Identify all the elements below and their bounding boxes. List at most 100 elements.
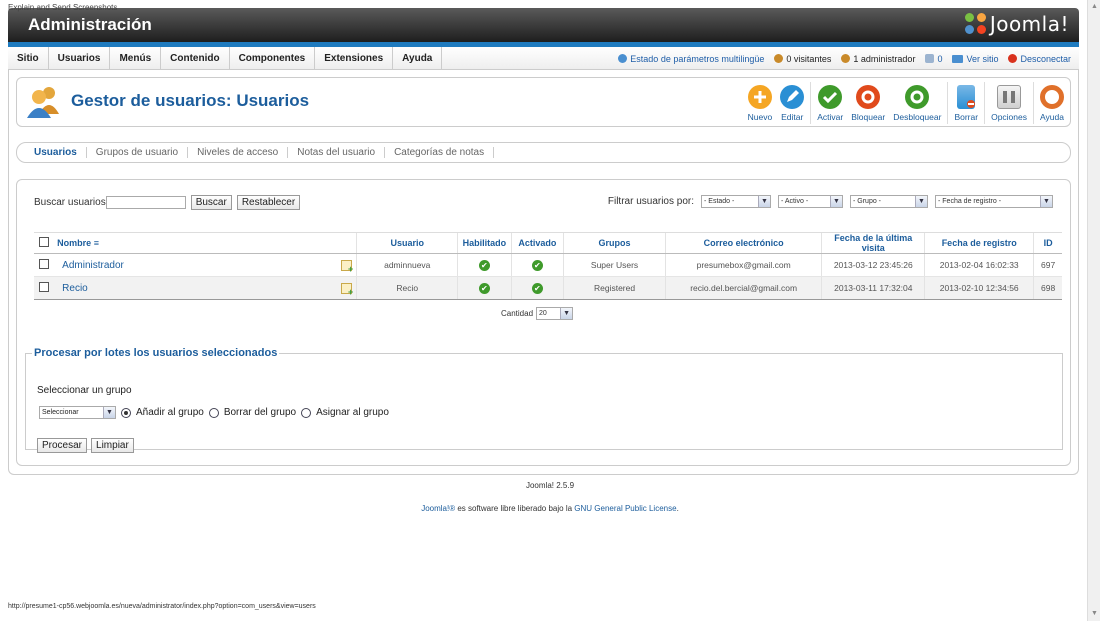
mail-icon — [925, 54, 935, 63]
process-button[interactable]: Procesar — [37, 438, 88, 453]
enabled-cell: ✔ — [457, 253, 512, 277]
reset-button[interactable]: Restablecer — [236, 195, 301, 210]
row-checkbox[interactable] — [39, 282, 50, 292]
batch-buttons: Procesar Limpiar — [37, 438, 134, 453]
joomla-logo[interactable]: Joomla! — [964, 12, 1069, 36]
user-name-link[interactable]: Recio — [62, 283, 88, 294]
menu-item-extensiones[interactable]: Extensiones — [315, 47, 394, 70]
date-filter-value: - Fecha de registro - — [938, 198, 1002, 205]
edit-icon — [780, 85, 805, 109]
toolbar-box: Gestor de usuarios: Usuarios Nuevo Edita… — [16, 77, 1071, 127]
search-input[interactable] — [105, 196, 186, 209]
visitors-status: 0 visitantes — [774, 54, 831, 64]
menu-item-contenido[interactable]: Contenido — [161, 47, 230, 70]
options-label: Opciones — [991, 112, 1027, 122]
activate-label: Activar — [817, 112, 844, 122]
batch-group-value: Seleccionar — [42, 409, 79, 416]
clear-button[interactable]: Limpiar — [91, 438, 134, 453]
scroll-down-icon[interactable]: ▼ — [1088, 607, 1100, 621]
tab-notas[interactable]: Notas del usuario — [288, 147, 386, 158]
multilang-status[interactable]: Estado de parámetros multilingüe — [618, 54, 764, 64]
license-text: es software libre liberado bajo la — [455, 504, 575, 513]
add-note-icon[interactable] — [341, 283, 353, 297]
logout-link[interactable]: Desconectar — [1008, 54, 1071, 64]
tab-categorias[interactable]: Categorías de notas — [385, 147, 495, 158]
active-filter[interactable]: - Activo - ▼ — [778, 195, 843, 208]
table-header-row: Nombre ≡ Usuario Habilitado Activado Gru… — [34, 232, 1062, 254]
block-button[interactable]: Bloquear — [847, 82, 889, 124]
add-note-icon[interactable] — [341, 260, 353, 274]
group-filter-value: - Grupo - — [853, 198, 882, 205]
column-activated[interactable]: Activado — [510, 232, 564, 254]
tab-grupos[interactable]: Grupos de usuario — [87, 147, 189, 158]
multilang-label: Estado de parámetros multilingüe — [630, 53, 765, 64]
edit-button[interactable]: Editar — [776, 82, 808, 124]
menu-item-menus[interactable]: Menús — [110, 47, 162, 70]
block-label: Bloquear — [851, 112, 886, 122]
column-email[interactable]: Correo electrónico — [664, 232, 822, 254]
joomla-logo-icon — [964, 13, 987, 35]
date-filter[interactable]: - Fecha de registro - ▼ — [935, 195, 1053, 208]
table-row: Recio Recio ✔ ✔ Registered recio.del.ber… — [34, 276, 1062, 300]
visitors-label: 0 visitantes — [786, 53, 832, 64]
new-button[interactable]: Nuevo — [744, 82, 777, 124]
menu-item-usuarios[interactable]: Usuarios — [49, 47, 111, 70]
groups-cell: Super Users — [563, 253, 666, 277]
radio-add[interactable] — [121, 407, 131, 418]
tab-niveles[interactable]: Niveles de acceso — [188, 147, 289, 158]
column-name[interactable]: Nombre ≡ — [54, 232, 357, 254]
activate-button[interactable]: Activar — [813, 82, 847, 124]
license-end: . — [676, 504, 679, 513]
registered-cell: 2013-02-04 16:02:33 — [924, 253, 1034, 277]
browser-status-url: http://presume1-cp56.webjoomla.es/nueva/… — [8, 603, 316, 610]
row-checkbox[interactable] — [39, 259, 50, 269]
batch-legend: Procesar por lotes los usuarios seleccio… — [34, 347, 278, 359]
vertical-scrollbar[interactable]: ▲ ▼ — [1087, 0, 1100, 621]
globe-icon — [618, 54, 628, 63]
chevron-down-icon: ▼ — [103, 407, 115, 418]
tab-usuarios[interactable]: Usuarios — [25, 147, 87, 158]
options-icon — [997, 85, 1022, 109]
check-icon[interactable]: ✔ — [478, 259, 490, 271]
batch-group-select[interactable]: Seleccionar ▼ — [39, 406, 116, 419]
last-visit-cell: 2013-03-11 17:32:04 — [821, 276, 925, 300]
column-id[interactable]: ID — [1033, 232, 1062, 254]
users-icon — [774, 54, 784, 63]
radio-set[interactable] — [301, 407, 312, 418]
toolbar-separator — [1033, 82, 1034, 124]
column-last-visit[interactable]: Fecha de la última visita — [821, 232, 925, 254]
gpl-link[interactable]: GNU General Public License — [574, 504, 676, 513]
messages-status[interactable]: 0 — [925, 54, 942, 64]
radio-add-label: Añadir al grupo — [136, 407, 204, 418]
options-button[interactable]: Opciones — [987, 82, 1031, 124]
scroll-up-icon[interactable]: ▲ — [1088, 0, 1100, 14]
menu-item-componentes[interactable]: Componentes — [230, 47, 316, 70]
view-site-link[interactable]: Ver sitio — [952, 54, 998, 64]
menu-item-ayuda[interactable]: Ayuda — [393, 47, 443, 70]
column-registered[interactable]: Fecha de registro — [924, 232, 1034, 254]
radio-remove[interactable] — [208, 407, 219, 418]
search-button[interactable]: Buscar — [190, 195, 232, 210]
limit-label: Cantidad — [501, 309, 534, 318]
column-username[interactable]: Usuario — [356, 232, 458, 254]
batch-panel: Procesar por lotes los usuarios seleccio… — [25, 347, 1063, 453]
user-name-link[interactable]: Administrador — [62, 260, 124, 271]
state-filter[interactable]: - Estado - ▼ — [701, 195, 771, 208]
group-filter[interactable]: - Grupo - ▼ — [850, 195, 928, 208]
joomla-link[interactable]: Joomla!® — [421, 504, 455, 513]
help-button[interactable]: Ayuda — [1036, 82, 1068, 124]
users-table: Nombre ≡ Usuario Habilitado Activado Gru… — [34, 232, 1062, 300]
select-all-cell — [34, 232, 55, 254]
select-all-checkbox[interactable] — [39, 237, 50, 247]
menu-item-sitio[interactable]: Sitio — [8, 47, 49, 70]
check-icon[interactable]: ✔ — [478, 282, 490, 294]
column-enabled[interactable]: Habilitado — [457, 232, 512, 254]
limit-select[interactable]: 20 ▼ — [536, 307, 574, 320]
trash-icon — [957, 85, 976, 109]
page-title: Gestor de usuarios: Usuarios — [71, 91, 310, 110]
unblock-label: Desbloquear — [893, 112, 942, 122]
delete-button[interactable]: Borrar — [950, 82, 982, 124]
unblock-button[interactable]: Desbloquear — [889, 82, 945, 124]
logo-text: Joomla! — [989, 12, 1069, 36]
help-label: Ayuda — [1040, 112, 1064, 122]
